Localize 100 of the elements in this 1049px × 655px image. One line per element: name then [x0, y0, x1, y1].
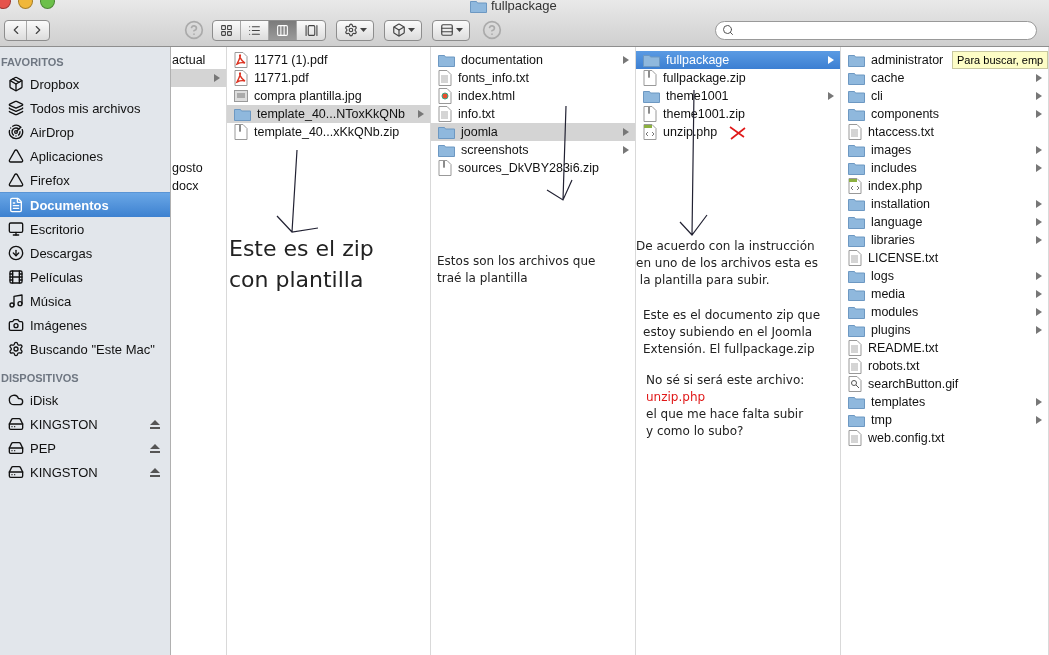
file-row[interactable]: web.config.txt	[841, 429, 1048, 447]
arrow-icon[interactable]	[1036, 200, 1042, 208]
sidebar-item[interactable]: Buscando "Este Mac"	[0, 337, 170, 361]
arrow-icon[interactable]	[623, 146, 629, 154]
caret-icon	[407, 28, 415, 32]
sidebar-item[interactable]: KINGSTON	[0, 460, 170, 484]
sidebar-item[interactable]: Todos mis archivos	[0, 96, 170, 120]
folder-icon	[848, 395, 865, 409]
file-row[interactable]: media	[841, 285, 1048, 303]
arrow-icon[interactable]	[1036, 398, 1042, 406]
view-mode-button[interactable]	[269, 20, 297, 40]
file-row[interactable]: gosto	[171, 159, 226, 177]
file-row[interactable]: cache	[841, 69, 1048, 87]
file-row[interactable]: cli	[841, 87, 1048, 105]
eject-icon[interactable]	[150, 419, 160, 429]
arrow-icon[interactable]	[1036, 326, 1042, 334]
search-field[interactable]	[715, 20, 1037, 40]
file-row[interactable]: docx	[171, 177, 226, 195]
sidebar-item[interactable]: PEP	[0, 436, 170, 460]
eject-icon[interactable]	[150, 467, 160, 477]
file-row[interactable]: template_40...xKkQNb.zip	[227, 123, 430, 141]
file-row[interactable]: 11771 (1).pdf	[227, 51, 430, 69]
eject-icon[interactable]	[150, 443, 160, 453]
file-row[interactable]: components	[841, 105, 1048, 123]
zip-file-icon	[643, 70, 657, 86]
gear-icon	[8, 341, 24, 357]
folder-icon	[848, 215, 865, 229]
sidebar-item[interactable]: Películas	[0, 265, 170, 289]
arrow-icon[interactable]	[1036, 272, 1042, 280]
folder-icon	[848, 197, 865, 211]
folder-icon	[848, 269, 865, 283]
arrow-icon[interactable]	[1036, 308, 1042, 316]
arrow-icon[interactable]	[1036, 146, 1042, 154]
file-row[interactable]: libraries	[841, 231, 1048, 249]
file-row[interactable]: compra plantilla.jpg	[227, 87, 430, 105]
file-row[interactable]: README.txt	[841, 339, 1048, 357]
file-row[interactable]: images	[841, 141, 1048, 159]
sidebar-item[interactable]: Firefox	[0, 168, 170, 192]
file-row[interactable]: actual	[171, 51, 226, 69]
file-row[interactable]: LICENSE.txt	[841, 249, 1048, 267]
action-button[interactable]	[336, 19, 374, 41]
view-mode-control[interactable]	[212, 19, 326, 41]
sidebar-item[interactable]: Escritorio	[0, 217, 170, 241]
sidebar-item[interactable]: iDisk	[0, 388, 170, 412]
arrow-icon[interactable]	[214, 74, 220, 82]
arrow-icon[interactable]	[1036, 92, 1042, 100]
arrow-icon[interactable]	[1036, 416, 1042, 424]
file-row[interactable]: logs	[841, 267, 1048, 285]
file-row[interactable]: screenshots	[431, 141, 635, 159]
arrow-icon[interactable]	[623, 128, 629, 136]
arrow-icon[interactable]	[828, 56, 834, 64]
file-row[interactable]: tmp	[841, 411, 1048, 429]
folder-icon	[848, 323, 865, 337]
file-row[interactable]: templates	[841, 393, 1048, 411]
file-row[interactable]: info.txt	[431, 105, 635, 123]
handwritten-note: Este es el zip con plantilla	[229, 235, 374, 294]
file-row[interactable]: index.html	[431, 87, 635, 105]
sidebar-item[interactable]: Dropbox	[0, 72, 170, 96]
file-row[interactable]: htaccess.txt	[841, 123, 1048, 141]
sidebar-item[interactable]: Música	[0, 289, 170, 313]
file-row[interactable]: documentation	[431, 51, 635, 69]
arrow-icon[interactable]	[1036, 164, 1042, 172]
arrow-icon[interactable]	[623, 56, 629, 64]
file-row[interactable]: index.php	[841, 177, 1048, 195]
search-icon	[722, 24, 734, 36]
box-icon	[391, 23, 406, 37]
text-file-icon	[848, 430, 862, 446]
file-row[interactable]: robots.txt	[841, 357, 1048, 375]
file-row[interactable]: language	[841, 213, 1048, 231]
file-row[interactable]: plugins	[841, 321, 1048, 339]
arrow-icon[interactable]	[418, 110, 424, 118]
sidebar-item[interactable]: Imágenes	[0, 313, 170, 337]
file-row[interactable]: template_40...NToxKkQNb	[227, 105, 430, 123]
arrow-icon[interactable]	[1036, 74, 1042, 82]
file-row[interactable]: fonts_info.txt	[431, 69, 635, 87]
box-menu-button[interactable]	[384, 19, 422, 41]
text-file-icon	[438, 106, 452, 122]
file-row[interactable]: modules	[841, 303, 1048, 321]
file-row[interactable]: joomla	[431, 123, 635, 141]
window-title: fullpackage	[491, 0, 557, 13]
folder-icon	[848, 143, 865, 157]
file-row[interactable]: installation	[841, 195, 1048, 213]
sidebar-item[interactable]: AirDrop	[0, 120, 170, 144]
arrow-icon[interactable]	[1036, 218, 1042, 226]
file-row[interactable]: includes	[841, 159, 1048, 177]
file-row[interactable]: fullpackage.zip	[636, 69, 840, 87]
folder-icon	[234, 107, 251, 121]
folder-icon	[848, 53, 865, 67]
arrow-icon[interactable]	[1036, 236, 1042, 244]
arrow-icon[interactable]	[1036, 290, 1042, 298]
sidebar-item[interactable]: Descargas	[0, 241, 170, 265]
arrange-button[interactable]	[432, 19, 470, 41]
arrow-icon[interactable]	[828, 92, 834, 100]
sidebar-item[interactable]: KINGSTON	[0, 412, 170, 436]
file-row[interactable]: searchButton.gif	[841, 375, 1048, 393]
folder-icon	[438, 125, 455, 139]
arrow-icon[interactable]	[1036, 110, 1042, 118]
sidebar-item[interactable]: Aplicaciones	[0, 144, 170, 168]
file-row[interactable]: 11771.pdf	[227, 69, 430, 87]
caret-icon	[455, 28, 463, 32]
